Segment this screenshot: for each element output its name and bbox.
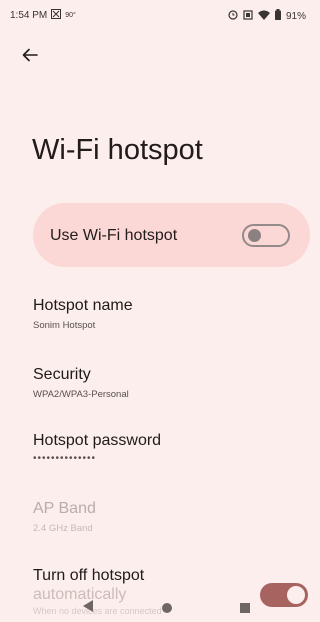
ap-band-row: AP Band 2.4 GHz Band (33, 500, 96, 534)
security-row[interactable]: Security WPA2/WPA3-Personal (33, 366, 129, 400)
screenshot-icon (243, 9, 253, 23)
status-bar: 1:54 PM 90° 91% (0, 0, 312, 28)
wifi-icon (257, 10, 270, 23)
notification-icon (51, 9, 62, 22)
hotspot-name-value: Sonim Hotspot (33, 320, 96, 331)
arrow-left-icon (22, 48, 38, 67)
turn-off-title: Turn off hotspot (33, 567, 145, 584)
security-value: WPA2/WPA3-Personal (33, 389, 129, 400)
security-title: Security (33, 366, 91, 383)
ap-band-value: 2.4 GHz Band (33, 523, 93, 534)
navigation-bar (0, 590, 312, 622)
use-hotspot-switch[interactable] (242, 224, 290, 247)
use-hotspot-toggle-row[interactable]: Use Wi-Fi hotspot (33, 203, 310, 267)
status-right: 91% (228, 9, 306, 23)
status-left: 1:54 PM 90° (10, 9, 76, 22)
hotspot-password-value: •••••••••••••• (33, 453, 97, 464)
nav-back-icon[interactable] (82, 599, 94, 618)
nav-home-icon[interactable] (162, 603, 172, 613)
nav-recents-icon[interactable] (240, 603, 250, 613)
use-hotspot-label: Use Wi-Fi hotspot (50, 227, 178, 244)
hotspot-password-title: Hotspot password (33, 432, 162, 449)
hotspot-name-row[interactable]: Hotspot name Sonim Hotspot (33, 297, 133, 331)
hotspot-name-title: Hotspot name (33, 297, 133, 314)
ap-band-title: AP Band (33, 500, 96, 517)
page-title: Wi-Fi hotspot (32, 134, 203, 166)
status-temperature: 90° (65, 12, 76, 19)
battery-percent: 91% (285, 10, 306, 22)
back-button[interactable] (22, 48, 50, 72)
switch-thumb (248, 229, 261, 242)
battery-icon (274, 9, 281, 23)
alarm-icon (228, 9, 238, 23)
hotspot-password-row[interactable]: Hotspot password •••••••••••••• (33, 432, 161, 464)
status-time: 1:54 PM (10, 10, 48, 21)
